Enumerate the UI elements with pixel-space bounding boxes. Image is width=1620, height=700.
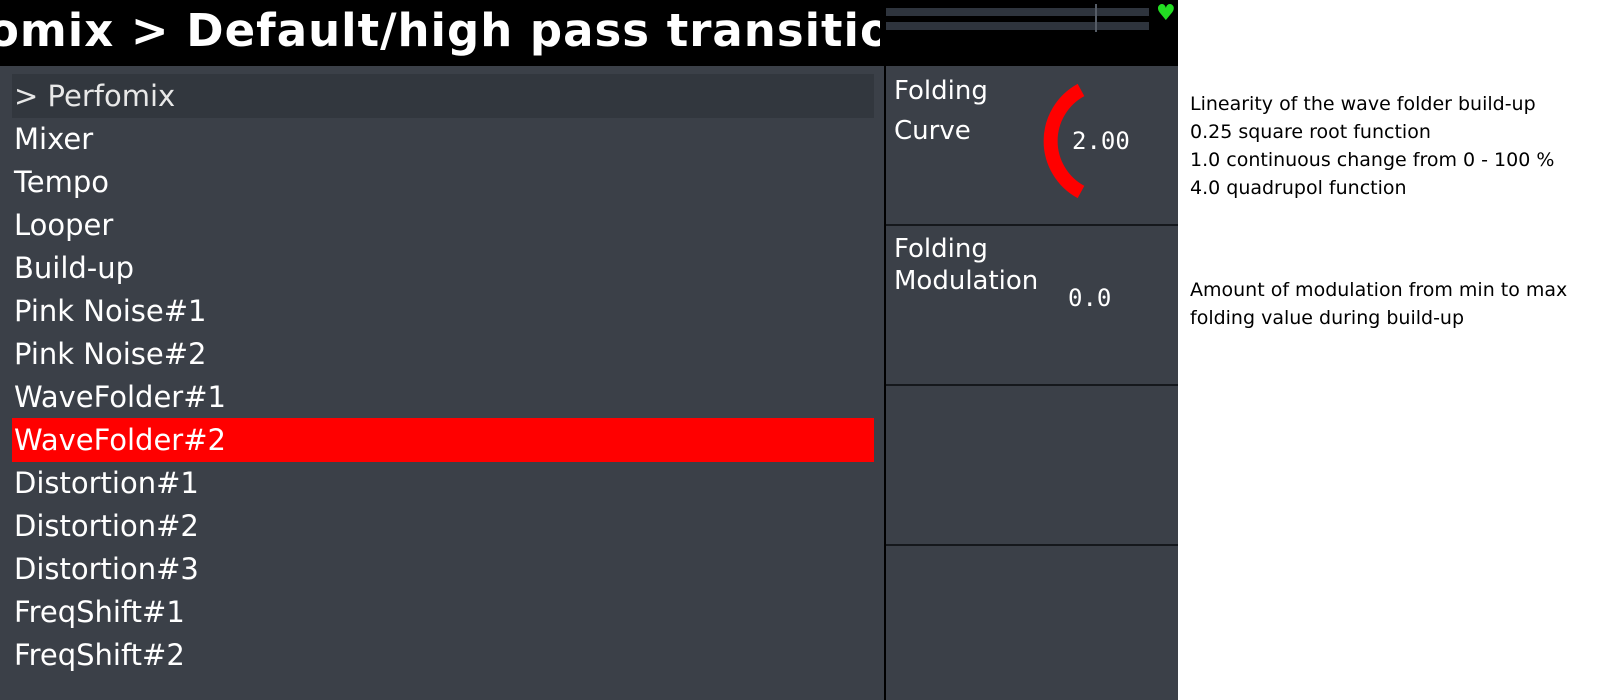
title-bar: omix > Default/high pass transitio: [0, 0, 880, 66]
menu-item-tempo[interactable]: Tempo: [12, 160, 874, 204]
param-value: 2.00: [1072, 127, 1130, 155]
meter-divider: [1095, 4, 1097, 32]
help-curve-line: Linearity of the wave folder build-up: [1190, 93, 1536, 115]
param-label-line1: Folding: [894, 234, 988, 264]
help-text: Linearity of the wave folder build-up 0.…: [1190, 90, 1615, 332]
menu-item-freqshift-1[interactable]: FreqShift#1: [12, 590, 874, 634]
menu-item-looper[interactable]: Looper: [12, 203, 874, 247]
menu-list: > Perfomix Mixer Tempo Looper Build-up P…: [0, 66, 884, 700]
param-label-line2: Modulation: [894, 266, 1039, 296]
help-curve-line: 1.0 continuous change from 0 - 100 %: [1190, 149, 1555, 171]
page-title: omix > Default/high pass transitio: [0, 4, 880, 57]
menu-item-freqshift-2[interactable]: FreqShift#2: [12, 633, 874, 677]
param-label-line1: Folding: [894, 76, 988, 106]
menu-item-wavefolder-2[interactable]: WaveFolder#2: [12, 418, 874, 462]
help-curve-line: 0.25 square root function: [1190, 121, 1431, 143]
menu-item-perfomix[interactable]: > Perfomix: [12, 74, 874, 118]
menu-item-wavefolder-1[interactable]: WaveFolder#1: [12, 375, 874, 419]
menu-item-mixer[interactable]: Mixer: [12, 117, 874, 161]
param-slot-empty-4: [886, 546, 1178, 700]
menu-item-build-up[interactable]: Build-up: [12, 246, 874, 290]
param-label-line2: Curve: [894, 116, 971, 146]
help-curve-line: 4.0 quadrupol function: [1190, 177, 1407, 199]
help-modulation-line: folding value during build-up: [1190, 307, 1465, 329]
menu-item-pink-noise-1[interactable]: Pink Noise#1: [12, 289, 874, 333]
param-slot-empty-3: [886, 386, 1178, 546]
level-meter-left: [886, 8, 1149, 16]
heart-icon: ♥: [1156, 1, 1176, 26]
level-meter-right: [886, 22, 1149, 30]
param-folding-modulation[interactable]: Folding Modulation 0.0: [886, 226, 1178, 386]
menu-item-pink-noise-2[interactable]: Pink Noise#2: [12, 332, 874, 376]
help-modulation-line: Amount of modulation from min to max: [1190, 279, 1568, 301]
param-folding-curve[interactable]: Folding Curve 2.00: [886, 66, 1178, 226]
parameter-panel: Folding Curve 2.00 Folding Modulation 0.…: [886, 66, 1178, 700]
device-screen: omix > Default/high pass transitio ♥ > P…: [0, 0, 1178, 700]
menu-item-distortion-1[interactable]: Distortion#1: [12, 461, 874, 505]
param-value: 0.0: [1068, 284, 1112, 312]
status-area: ♥: [886, 0, 1178, 66]
help-spacer: [1190, 202, 1615, 276]
menu-item-distortion-2[interactable]: Distortion#2: [12, 504, 874, 548]
menu-item-distortion-3[interactable]: Distortion#3: [12, 547, 874, 591]
